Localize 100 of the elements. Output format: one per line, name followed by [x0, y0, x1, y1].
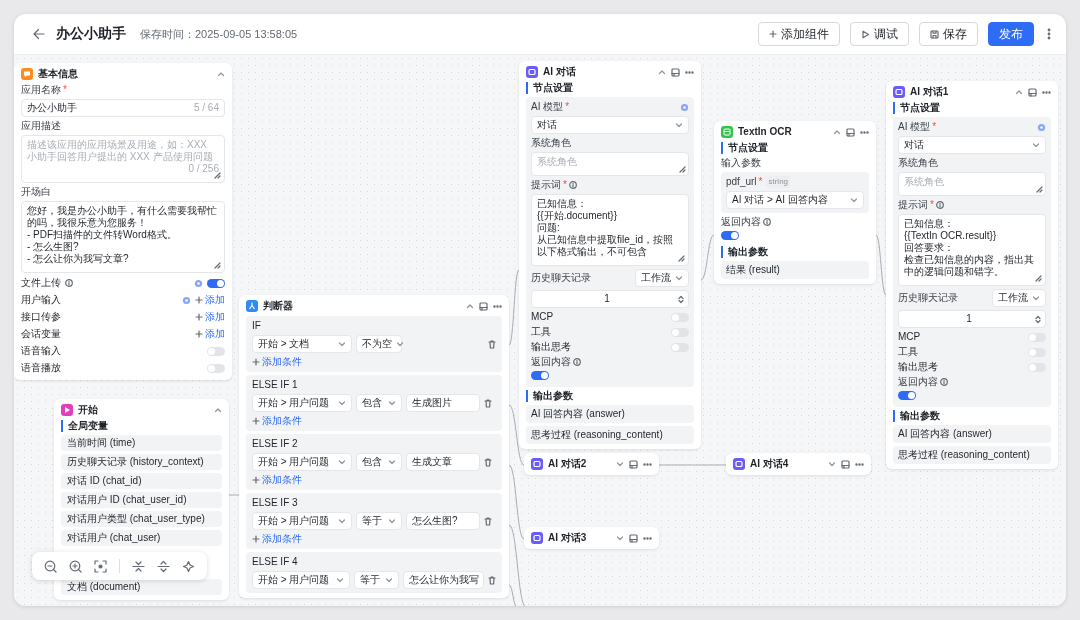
field-select[interactable]: 开始 > 用户问题	[252, 512, 352, 530]
resize-icon	[1036, 186, 1043, 193]
panel-icon[interactable]	[629, 533, 638, 543]
node-title: 开始	[78, 404, 99, 416]
play-node-icon	[61, 404, 73, 416]
toggle-switch[interactable]	[207, 278, 225, 288]
trash-icon[interactable]	[484, 457, 492, 467]
toggle-switch[interactable]	[671, 327, 689, 337]
expand-icon[interactable]	[157, 559, 170, 573]
fit-view-icon[interactable]	[94, 559, 107, 573]
add-link[interactable]: 添加	[195, 328, 225, 340]
field-label: 输入参数	[721, 157, 762, 169]
operator-select[interactable]: 不为空	[356, 335, 402, 353]
toggle-switch[interactable]	[671, 312, 689, 322]
value-field[interactable]: 怎么生图?	[406, 512, 480, 530]
plus-icon	[195, 296, 203, 304]
field-select[interactable]: 开始 > 文档	[252, 335, 352, 353]
switch-label: MCP	[898, 331, 921, 343]
prompt-field[interactable]: 已知信息： {{开始.document}} 问题: 从已知信息中提取file_id，按照以下格式输出，不可包含	[531, 194, 689, 266]
value-field[interactable]: 生成文章	[406, 453, 480, 471]
chevron-down-icon	[338, 399, 346, 407]
value-field[interactable]: 怎么让你为我写	[403, 571, 484, 589]
field-select[interactable]: 开始 > 用户问题	[252, 394, 352, 412]
field-select[interactable]: 开始 > 用户问题	[252, 571, 351, 589]
operator-select[interactable]: 包含	[356, 394, 402, 412]
model-select[interactable]: 对话	[898, 136, 1046, 154]
count-field[interactable]: 1	[898, 310, 1046, 328]
toggle-switch[interactable]	[207, 346, 225, 356]
prompt-field[interactable]: 已知信息： {{TextIn OCR.result}} 回答要求： 检查已知信息的内容，指出其中的逻辑问题和错字。	[898, 214, 1046, 286]
trash-icon[interactable]	[488, 575, 496, 585]
add-condition-link[interactable]: 添加条件	[252, 415, 496, 427]
field-label: 开场白	[21, 186, 52, 198]
prompt-line: 回答要求：	[904, 242, 955, 254]
back-icon[interactable]	[32, 27, 46, 41]
info-icon	[935, 201, 944, 209]
chat-node-icon	[531, 458, 543, 470]
primary-button[interactable]: 发布	[988, 22, 1034, 46]
model-select[interactable]: 对话	[531, 116, 689, 134]
panel-icon[interactable]	[479, 301, 488, 311]
chevron-down-icon	[336, 576, 345, 584]
setting-label: 语音输入	[21, 345, 61, 357]
collapse-icon[interactable]	[132, 559, 145, 573]
panel-icon[interactable]	[841, 459, 850, 469]
chevron-down-icon	[616, 460, 624, 468]
chevron-down-icon	[1032, 141, 1040, 149]
chat-node-icon	[733, 458, 745, 470]
zoom-in-icon[interactable]	[69, 559, 82, 573]
chevron-down-icon	[850, 196, 858, 204]
toggle-switch[interactable]	[531, 371, 549, 380]
add-condition-link[interactable]: 添加条件	[252, 356, 496, 368]
toggle-switch[interactable]	[671, 342, 689, 352]
history-select[interactable]: 工作流	[635, 269, 689, 287]
history-select[interactable]: 工作流	[992, 289, 1046, 307]
toggle-switch[interactable]	[1028, 362, 1046, 372]
count-field[interactable]: 1	[531, 290, 689, 308]
panel-icon[interactable]	[629, 459, 638, 469]
chat-node-icon	[531, 532, 543, 544]
chevron-up-icon	[833, 128, 841, 136]
trash-icon[interactable]	[484, 516, 492, 526]
param-select[interactable]: AI 对话 > AI 回答内容	[726, 191, 864, 209]
plus-icon	[769, 30, 777, 38]
trash-icon[interactable]	[484, 398, 492, 408]
add-link[interactable]: 添加	[195, 294, 225, 306]
toggle-switch[interactable]	[721, 231, 739, 240]
role-field[interactable]: 系统角色	[898, 172, 1046, 196]
node-title: 基本信息	[38, 68, 79, 80]
role-field[interactable]: 系统角色	[531, 152, 689, 176]
sparkle-icon[interactable]	[182, 559, 195, 573]
trash-icon[interactable]	[488, 339, 496, 349]
node-title: AI 对话1	[910, 86, 950, 98]
toggle-switch[interactable]	[1028, 347, 1046, 357]
name-field[interactable]: 办公小助手 5 / 64	[21, 99, 225, 117]
field-label: 系统角色	[531, 137, 572, 149]
operator-select[interactable]: 等于	[356, 512, 402, 530]
add-button[interactable]: 添加组件	[758, 22, 840, 46]
debug-button[interactable]: 调试	[850, 22, 909, 46]
save-button[interactable]: 保存	[919, 22, 978, 46]
chevron-down-icon	[385, 576, 394, 584]
toggle-switch[interactable]	[1028, 332, 1046, 342]
value-field[interactable]: 生成图片	[406, 394, 480, 412]
zoom-out-icon[interactable]	[44, 559, 57, 573]
field-label: 历史聊天记录	[898, 292, 958, 304]
switch-label: 输出思考	[898, 361, 938, 373]
opening-field[interactable]: 您好，我是办公小助手，有什么需要我帮忙的吗，我很乐意为您服务！ - PDF扫描件的文件转Word格式。 - 怎么生图? - 怎么让你为我写文章?	[21, 201, 225, 273]
add-condition-link[interactable]: 添加条件	[252, 533, 496, 545]
add-link[interactable]: 添加	[195, 311, 225, 323]
setting-label: 会话变量	[21, 328, 61, 340]
panel-icon[interactable]	[846, 127, 855, 137]
operator-select[interactable]: 等于	[354, 571, 400, 589]
panel-icon[interactable]	[1028, 87, 1037, 97]
field-select[interactable]: 开始 > 用户问题	[252, 453, 352, 471]
panel-icon[interactable]	[671, 67, 680, 77]
operator-select[interactable]: 包含	[356, 453, 402, 471]
toggle-switch[interactable]	[207, 363, 225, 373]
chevron-down-icon	[388, 458, 396, 466]
resize-icon	[214, 262, 221, 269]
plus-icon	[195, 330, 203, 338]
add-condition-link[interactable]: 添加条件	[252, 474, 496, 486]
toggle-switch[interactable]	[898, 391, 916, 400]
app-title: 办公小助手	[56, 25, 126, 43]
